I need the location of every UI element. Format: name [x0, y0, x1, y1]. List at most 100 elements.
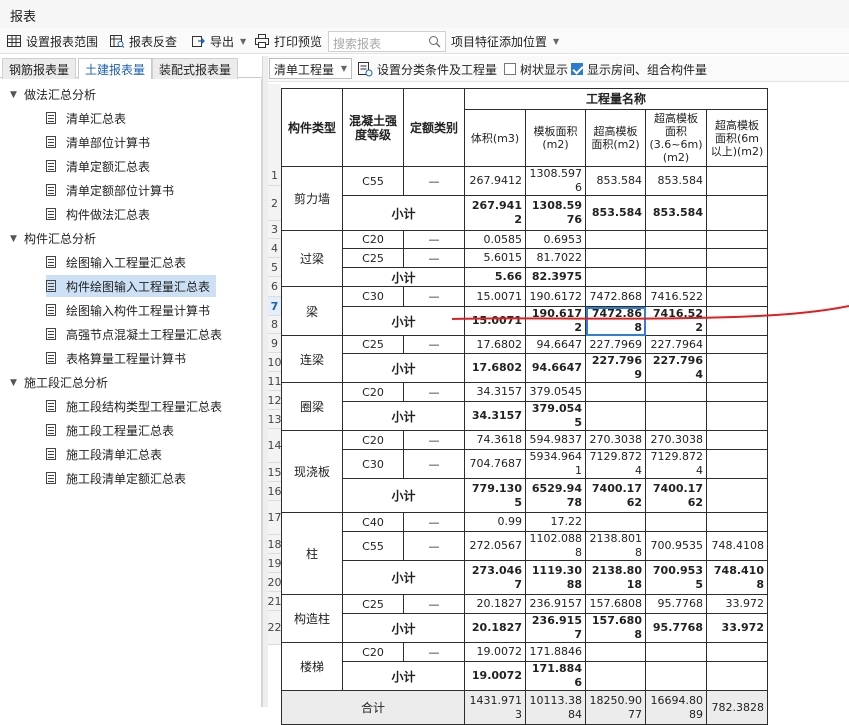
formwork-area-cell[interactable]: 190.6172	[525, 286, 586, 307]
concrete-grade-cell[interactable]: C25	[342, 248, 404, 268]
super-formwork-6m-above-cell[interactable]	[706, 267, 768, 287]
quota-category-cell[interactable]: —	[403, 430, 465, 450]
super-formwork-area-cell[interactable]	[585, 230, 646, 249]
subtotal-label-cell[interactable]: 小计	[342, 613, 465, 643]
super-formwork-area-cell[interactable]: 270.3038	[585, 430, 646, 450]
formwork-area-cell[interactable]: 379.0545	[525, 382, 586, 402]
super-formwork-3-6m-cell[interactable]	[645, 401, 707, 431]
super-formwork-6m-above-cell[interactable]	[706, 382, 768, 402]
super-formwork-6m-above-cell[interactable]	[706, 166, 768, 196]
formwork-area-cell[interactable]: 236.9157	[525, 613, 586, 643]
volume-cell[interactable]: 273.0467	[464, 560, 526, 595]
formwork-area-cell[interactable]: 236.9157	[525, 594, 586, 614]
show-rooms-check-box[interactable]	[571, 63, 583, 75]
row-number[interactable]: 21	[268, 592, 282, 611]
component-type-cell[interactable]: 剪力墙	[281, 166, 343, 231]
super-formwork-area-cell[interactable]: 2138.8018	[585, 560, 646, 595]
concrete-grade-cell[interactable]: C30	[342, 449, 404, 479]
super-formwork-area-cell[interactable]: 227.7969	[585, 335, 646, 354]
concrete-grade-cell[interactable]: C40	[342, 512, 404, 532]
quota-category-cell[interactable]: —	[403, 248, 465, 268]
row-number[interactable]: 16	[268, 482, 282, 501]
super-formwork-3-6m-cell[interactable]	[645, 512, 707, 532]
component-type-cell[interactable]: 连梁	[281, 335, 343, 383]
row-number[interactable]: 20	[268, 573, 282, 592]
subtotal-label-cell[interactable]: 小计	[342, 306, 465, 336]
formwork-area-cell[interactable]: 94.6647	[525, 335, 586, 354]
super-formwork-3-6m-cell[interactable]: 270.3038	[645, 430, 707, 450]
tree-item-selected[interactable]: 构件绘图输入工程量汇总表	[46, 275, 217, 297]
tree-item[interactable]: 施工段清单定额汇总表	[46, 467, 192, 489]
row-number[interactable]: 11	[268, 372, 282, 391]
tree-item[interactable]: 施工段工程量汇总表	[46, 419, 180, 441]
concrete-grade-cell[interactable]: C55	[342, 531, 404, 561]
super-formwork-3-6m-cell[interactable]: 95.7768	[645, 594, 707, 614]
super-formwork-area-cell[interactable]	[585, 661, 646, 691]
volume-cell[interactable]: 272.0567	[464, 531, 526, 561]
volume-cell[interactable]: 267.9412	[464, 195, 526, 231]
formwork-area-cell[interactable]: 81.7022	[525, 248, 586, 268]
super-formwork-3-6m-cell[interactable]	[645, 661, 707, 691]
formwork-area-cell[interactable]: 171.8846	[525, 661, 586, 691]
subtotal-label-cell[interactable]: 小计	[342, 195, 465, 231]
super-formwork-3-6m-cell[interactable]: 7416.522	[645, 286, 707, 307]
formwork-area-cell[interactable]: 1308.5976	[525, 195, 586, 231]
subtotal-label-cell[interactable]: 小计	[342, 661, 465, 691]
super-formwork-area-cell[interactable]	[585, 642, 646, 662]
super-formwork-area-cell[interactable]: 853.584	[585, 166, 646, 196]
tree-group-component-summary[interactable]: ▼ 构件汇总分析	[10, 230, 96, 247]
super-formwork-area-cell[interactable]: 157.6808	[585, 613, 646, 643]
super-formwork-3-6m-cell[interactable]	[645, 248, 707, 268]
quota-category-cell[interactable]: —	[403, 449, 465, 479]
super-formwork-6m-above-cell[interactable]: 748.4108	[706, 531, 768, 561]
quota-category-cell[interactable]: —	[403, 286, 465, 307]
formwork-area-cell[interactable]: 0.6953	[525, 230, 586, 249]
super-formwork-6m-above-cell[interactable]	[706, 642, 768, 662]
super-formwork-6m-above-cell[interactable]	[706, 512, 768, 532]
set-classify-button[interactable]: 设置分类条件及工程量	[357, 59, 497, 79]
tree-item[interactable]: 表格算量工程量计算书	[46, 347, 192, 369]
row-number[interactable]: 7	[268, 297, 281, 316]
super-formwork-6m-above-cell[interactable]	[706, 248, 768, 268]
super-formwork-3-6m-cell[interactable]: 227.7964	[645, 335, 707, 354]
subtotal-label-cell[interactable]: 小计	[342, 478, 465, 513]
formwork-area-cell[interactable]: 190.6172	[525, 306, 586, 336]
subtotal-label-cell[interactable]: 小计	[342, 401, 465, 431]
tree-item[interactable]: 清单定额部位计算书	[46, 179, 180, 201]
volume-cell[interactable]: 0.0585	[464, 230, 526, 249]
volume-cell[interactable]: 15.0071	[464, 306, 526, 336]
super-formwork-3-6m-cell[interactable]: 7129.8724	[645, 449, 707, 479]
tree-item[interactable]: 清单定额汇总表	[46, 155, 156, 177]
tree-item[interactable]: 构件做法汇总表	[46, 203, 156, 225]
super-formwork-area-cell[interactable]: 7129.8724	[585, 449, 646, 479]
component-type-cell[interactable]: 现浇板	[281, 430, 343, 513]
row-number[interactable]: 6	[268, 277, 281, 297]
formwork-area-cell[interactable]: 10113.3884	[525, 690, 586, 725]
super-formwork-area-cell[interactable]	[585, 512, 646, 532]
formwork-area-cell[interactable]: 1119.3088	[525, 560, 586, 595]
quota-category-cell[interactable]: —	[403, 166, 465, 196]
super-formwork-6m-above-cell[interactable]: 782.3828	[706, 690, 768, 725]
tree-group-segment-summary[interactable]: ▼ 施工段汇总分析	[10, 374, 108, 391]
report-check-button[interactable]: 报表反查	[109, 31, 177, 51]
export-button[interactable]: 导出 ▼	[190, 31, 246, 51]
super-formwork-area-cell[interactable]	[585, 248, 646, 268]
volume-cell[interactable]: 17.6802	[464, 353, 526, 383]
super-formwork-3-6m-cell[interactable]: 16694.8089	[645, 690, 707, 725]
quota-category-cell[interactable]: —	[403, 230, 465, 249]
subtotal-label-cell[interactable]: 小计	[342, 560, 465, 595]
row-number[interactable]: 2	[268, 186, 281, 221]
volume-cell[interactable]: 20.1827	[464, 613, 526, 643]
row-number[interactable]: 10	[268, 353, 282, 372]
quota-category-cell[interactable]: —	[403, 594, 465, 614]
row-number[interactable]: 8	[268, 316, 281, 334]
quota-category-cell[interactable]: —	[403, 642, 465, 662]
tree-item[interactable]: 清单汇总表	[46, 107, 132, 129]
super-formwork-6m-above-cell[interactable]	[706, 306, 768, 336]
tree-item[interactable]: 施工段结构类型工程量汇总表	[46, 395, 228, 417]
super-formwork-area-cell[interactable]: 7472.868	[585, 306, 646, 336]
super-formwork-6m-above-cell[interactable]	[706, 478, 768, 513]
report-search-box[interactable]: 搜索报表	[328, 31, 446, 52]
row-number[interactable]: 14	[268, 429, 282, 463]
formwork-area-cell[interactable]: 17.22	[525, 512, 586, 532]
